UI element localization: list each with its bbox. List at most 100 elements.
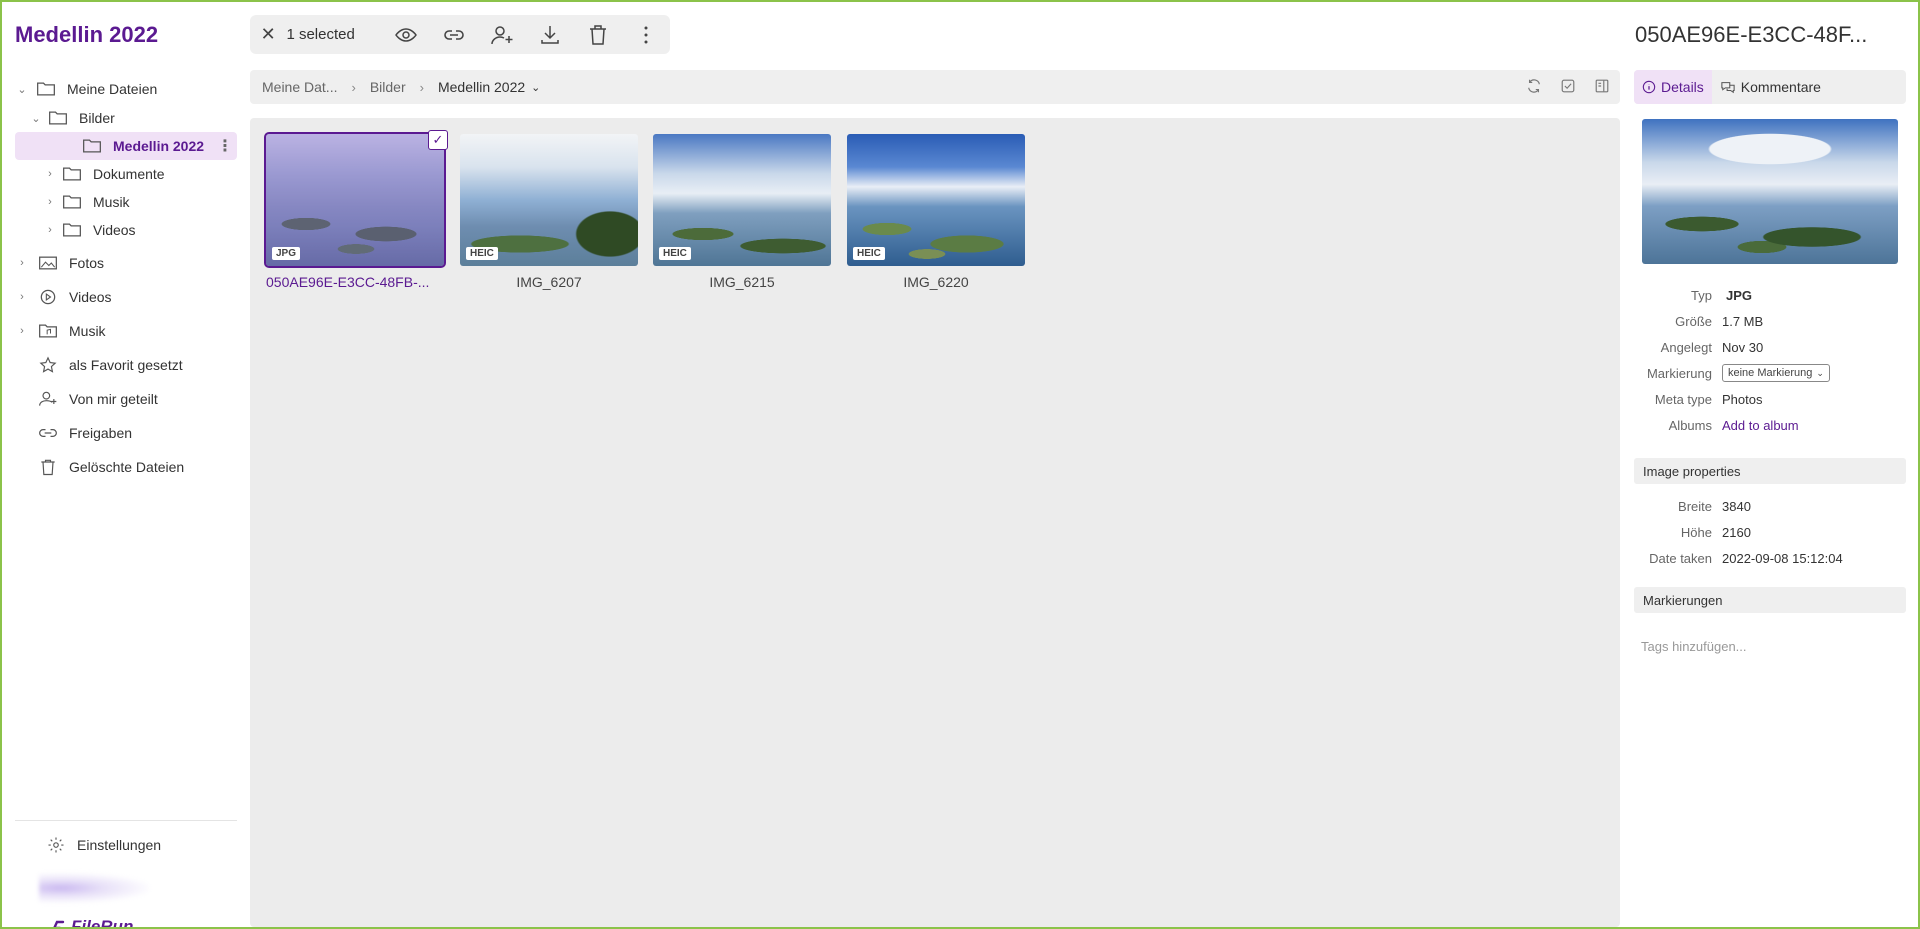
- page-title: Medellin 2022: [15, 22, 159, 47]
- chevron-right-icon[interactable]: ›: [15, 257, 29, 269]
- chevron-right-icon: ›: [419, 79, 424, 95]
- chevron-down-icon[interactable]: ⌄: [15, 83, 29, 96]
- file-tile[interactable]: HEIC IMG_6220: [847, 134, 1025, 290]
- more-vertical-icon: [644, 26, 648, 43]
- share-button[interactable]: [478, 15, 526, 54]
- share-user-icon: [37, 389, 59, 409]
- file-thumbnail[interactable]: JPG: [264, 132, 446, 268]
- file-tile[interactable]: JPG ✓ 050AE96E-E3CC-48FB-...: [264, 130, 448, 290]
- avatar[interactable]: [39, 873, 149, 903]
- tree-item-musik[interactable]: › Musik: [15, 188, 237, 216]
- trash-icon: [37, 457, 59, 477]
- chevron-right-icon[interactable]: ›: [43, 224, 57, 236]
- tree-item-label: Medellin 2022: [113, 138, 205, 154]
- tab-label: Details: [1661, 79, 1704, 95]
- prop-row: Höhe 2160: [1634, 519, 1906, 545]
- tree-item-dokumente[interactable]: › Dokumente: [15, 160, 237, 188]
- refresh-button[interactable]: [1526, 78, 1544, 96]
- filerun-logo-icon: [52, 920, 65, 929]
- nav-item-label: Freigaben: [69, 425, 133, 441]
- file-thumbnail[interactable]: HEIC: [460, 134, 638, 266]
- select-all-button[interactable]: [1560, 78, 1578, 96]
- download-button[interactable]: [526, 15, 574, 54]
- selection-toolbar: ✕ 1 selected: [250, 15, 670, 54]
- checkbox-checked-icon[interactable]: ✓: [428, 130, 448, 150]
- label-dropdown-value: keine Markierung: [1728, 367, 1813, 379]
- chevron-right-icon[interactable]: ›: [43, 196, 57, 208]
- delete-button[interactable]: [574, 15, 622, 54]
- file-name: IMG_6215: [709, 274, 775, 290]
- file-type-badge: HEIC: [466, 247, 498, 260]
- file-properties: Typ JPG Größe 1.7 MB Angelegt Nov 30 Mar…: [1634, 282, 1906, 438]
- tab-comments[interactable]: Kommentare: [1712, 70, 1829, 104]
- chevron-right-icon: ›: [351, 79, 356, 95]
- nav-item-favorites[interactable]: als Favorit gesetzt: [15, 348, 237, 382]
- add-to-album-link[interactable]: Add to album: [1722, 418, 1799, 433]
- toggle-details-button[interactable]: [1594, 78, 1612, 96]
- sidebar-footer: Einstellungen FileRun: [15, 820, 237, 929]
- filerun-logo: FileRun: [49, 917, 133, 929]
- eye-icon: [395, 27, 418, 42]
- file-type-badge: JPG: [272, 247, 301, 260]
- more-button[interactable]: [622, 15, 670, 54]
- selected-count: 1 selected: [286, 26, 355, 43]
- file-type-badge: HEIC: [659, 247, 691, 260]
- breadcrumb-item[interactable]: Meine Dat...: [262, 79, 337, 95]
- file-tile[interactable]: HEIC IMG_6207: [460, 134, 638, 290]
- more-vertical-icon[interactable]: ⋮: [217, 136, 233, 156]
- nav-item-trash[interactable]: Gelöschte Dateien: [15, 450, 237, 484]
- details-title: 050AE96E-E3CC-48F...: [1635, 22, 1868, 47]
- prop-value: Nov 30: [1722, 339, 1764, 355]
- prop-row: Date taken 2022-09-08 15:12:04: [1634, 545, 1906, 571]
- file-name: IMG_6207: [516, 274, 582, 290]
- nav-item-musik[interactable]: › Musik: [15, 314, 237, 348]
- settings-button[interactable]: Einstellungen: [15, 827, 237, 863]
- prop-row: Albums Add to album: [1634, 412, 1906, 438]
- image-preview[interactable]: [1642, 119, 1898, 264]
- link-icon: [37, 423, 59, 443]
- nav-item-fotos[interactable]: › Fotos: [15, 246, 237, 280]
- label-select[interactable]: keine Markierung ⌄: [1722, 364, 1830, 382]
- tree-item-bilder[interactable]: ⌄ Bilder: [15, 104, 237, 132]
- tree-item-label: Meine Dateien: [67, 81, 158, 97]
- folder-icon: [61, 164, 83, 184]
- chevron-down-icon[interactable]: ⌄: [29, 112, 43, 125]
- tree-item-label: Bilder: [79, 110, 115, 126]
- file-thumbnail[interactable]: HEIC: [847, 134, 1025, 266]
- copy-link-button[interactable]: [430, 15, 478, 54]
- chevron-right-icon[interactable]: ›: [15, 325, 29, 337]
- tab-details[interactable]: Details: [1634, 70, 1712, 104]
- prop-row: Größe 1.7 MB: [1634, 308, 1906, 334]
- gear-icon: [45, 835, 67, 855]
- tree-item-videos-folder[interactable]: › Videos: [15, 216, 237, 244]
- breadcrumb-item[interactable]: Bilder: [370, 79, 406, 95]
- info-icon: [1642, 80, 1656, 94]
- close-icon[interactable]: ✕: [250, 24, 286, 45]
- play-circle-icon: [37, 287, 59, 307]
- label-dropdown[interactable]: keine Markierung ⌄: [1722, 364, 1830, 382]
- tree-item-medellin-2022[interactable]: Medellin 2022 ⋮: [15, 132, 237, 160]
- nav-item-shared-by-me[interactable]: Von mir geteilt: [15, 382, 237, 416]
- file-type-badge: HEIC: [853, 247, 885, 260]
- comments-icon: [1721, 82, 1735, 94]
- chevron-down-icon: ⌄: [1816, 367, 1824, 378]
- nav-item-freigaben[interactable]: Freigaben: [15, 416, 237, 450]
- prop-row: Markierung keine Markierung ⌄: [1634, 360, 1906, 386]
- trash-icon: [590, 24, 607, 45]
- prop-key: Größe: [1675, 313, 1712, 329]
- file-thumbnail[interactable]: HEIC: [653, 134, 831, 266]
- nav-item-videos[interactable]: › Videos: [15, 280, 237, 314]
- tree-item-meine-dateien[interactable]: ⌄ Meine Dateien: [15, 74, 237, 104]
- chevron-right-icon[interactable]: ›: [43, 168, 57, 180]
- prop-value: 1.7 MB: [1722, 313, 1764, 329]
- file-name: IMG_6220: [903, 274, 969, 290]
- breadcrumb-current[interactable]: Medellin 2022 ⌄: [438, 79, 540, 95]
- file-grid[interactable]: JPG ✓ 050AE96E-E3CC-48FB-... HEIC IMG_62…: [250, 118, 1620, 927]
- chevron-right-icon[interactable]: ›: [15, 291, 29, 303]
- checkbox-icon: [1561, 79, 1575, 93]
- tags-input[interactable]: Tags hinzufügen...: [1641, 639, 1747, 654]
- tree-item-label: Videos: [93, 222, 136, 238]
- prop-value: 3840: [1722, 498, 1751, 514]
- file-tile[interactable]: HEIC IMG_6215: [653, 134, 831, 290]
- preview-button[interactable]: [382, 15, 430, 54]
